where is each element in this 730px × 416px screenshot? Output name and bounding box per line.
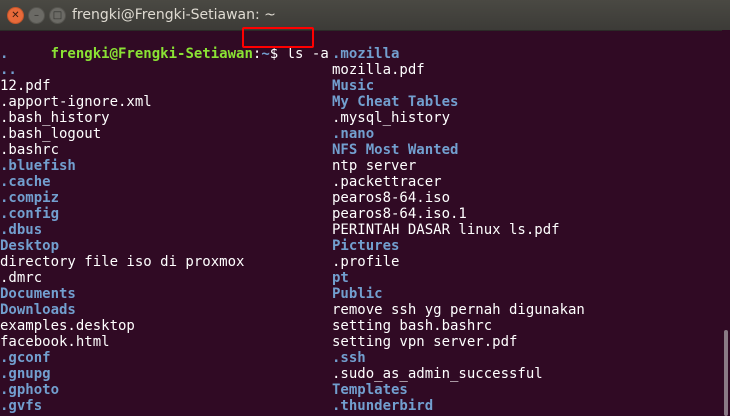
prompt-user-host: frengki@Frengki-Setiawan <box>50 46 253 62</box>
file-entry: 12.pdf <box>0 78 51 94</box>
minimize-icon: – <box>34 9 39 21</box>
terminal-output[interactable]: frengki@Frengki-Setiawan:~$ ls -a ... 12.… <box>0 27 722 416</box>
directory-entry: . <box>0 46 9 62</box>
directory-entry: Downloads <box>0 302 76 318</box>
directory-entry: .compiz <box>0 190 60 206</box>
file-entry: .bash_history <box>0 110 110 126</box>
directory-entry: .ssh <box>332 350 366 366</box>
directory-entry: .nano <box>332 126 375 142</box>
file-entry: mozilla.pdf <box>332 62 425 78</box>
file-entry: .profile <box>332 254 400 270</box>
title-bar[interactable]: ✕ – □ frengki@Frengki-Setiawan: ~ <box>0 0 730 31</box>
directory-entry: .gphoto <box>0 382 60 398</box>
directory-entry: .thunderbird <box>332 398 434 414</box>
directory-entry: Public <box>332 286 383 302</box>
directory-entry: .gnupg <box>0 366 51 382</box>
directory-entry: .gconf <box>0 350 51 366</box>
maximize-button[interactable]: □ <box>49 7 66 24</box>
prompt-path: ~ <box>261 46 270 62</box>
directory-entry: Pictures <box>332 238 400 254</box>
directory-entry: Documents <box>0 286 76 302</box>
directory-entry: My Cheat Tables <box>332 94 459 110</box>
scrollbar-thumb[interactable] <box>724 330 728 416</box>
file-entry: .sudo_as_admin_successful <box>332 366 543 382</box>
directory-entry: .config <box>0 206 60 222</box>
file-entry: pearos8-64.iso <box>332 190 451 206</box>
prompt-dollar: $ <box>269 46 279 62</box>
file-entry: .apport-ignore.xml <box>0 94 152 110</box>
file-entry: .packettracer <box>332 174 442 190</box>
file-entry: pearos8-64.iso.1 <box>332 206 467 222</box>
directory-entry: .bluefish <box>0 158 76 174</box>
file-entry: .bash_logout <box>0 126 102 142</box>
file-entry: PERINTAH DASAR linux ls.pdf <box>332 222 560 238</box>
file-entry: .dmrc <box>0 270 43 286</box>
directory-entry: Music <box>332 78 375 94</box>
maximize-icon: □ <box>52 9 63 21</box>
file-entry: setting vpn server.pdf <box>332 334 518 350</box>
file-entry: .bashrc <box>0 142 60 158</box>
directory-entry: .. <box>0 62 17 78</box>
prompt-line: frengki@Frengki-Setiawan:~$ ls -a <box>0 27 329 62</box>
window-title: frengki@Frengki-Setiawan: ~ <box>72 7 276 23</box>
directory-entry: .dbus <box>0 222 43 238</box>
directory-entry: .gvfs <box>0 398 43 414</box>
file-entry: ntp server <box>332 158 417 174</box>
terminal-window: ✕ – □ frengki@Frengki-Setiawan: ~ frengk… <box>0 0 730 416</box>
directory-entry: pt <box>332 270 349 286</box>
file-entry: .mysql_history <box>332 110 451 126</box>
close-icon: ✕ <box>11 9 20 21</box>
directory-entry: Desktop <box>0 238 60 254</box>
file-entry: directory file iso di proxmox <box>0 254 245 270</box>
directory-entry: .cache <box>0 174 51 190</box>
file-entry: facebook.html <box>0 334 110 350</box>
file-entry: examples.desktop <box>0 318 135 334</box>
command-text: ls -a <box>278 46 329 62</box>
command-highlight-box <box>242 27 314 48</box>
directory-entry: .mozilla <box>332 46 400 62</box>
scrollbar[interactable] <box>722 30 730 416</box>
close-button[interactable]: ✕ <box>7 7 24 24</box>
directory-entry: NFS Most Wanted <box>332 142 459 158</box>
file-entry: setting bash.bashrc <box>332 318 493 334</box>
file-entry: remove ssh yg pernah digunakan <box>332 302 585 318</box>
directory-entry: Templates <box>332 382 408 398</box>
minimize-button[interactable]: – <box>28 7 45 24</box>
